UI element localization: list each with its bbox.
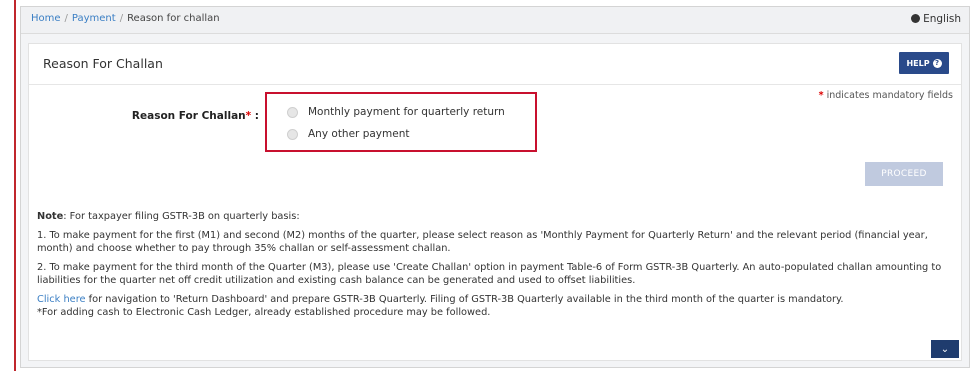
label-colon: : <box>254 110 259 122</box>
breadcrumb-bar: Home / Payment / Reason for challan English <box>21 7 969 34</box>
reason-label-text: Reason For Challan <box>131 110 246 122</box>
note-click-here: Click here for navigation to 'Return Das… <box>37 293 957 306</box>
reason-label: Reason For Challan* : <box>99 110 259 122</box>
globe-icon <box>911 14 921 23</box>
click-here-link[interactable]: Click here <box>37 294 86 305</box>
required-mark: * <box>245 110 252 122</box>
click-here-rest: for navigation to 'Return Dashboard' and… <box>85 294 844 305</box>
option-any-other-payment-label: Any other payment <box>308 128 410 140</box>
language-selector[interactable]: English <box>911 13 961 25</box>
radio-monthly-payment[interactable] <box>287 106 298 118</box>
note-point-2: 2. To make payment for the third month o… <box>37 262 942 286</box>
page-title: Reason For Challan <box>43 56 163 71</box>
help-button[interactable]: HELP ? <box>899 52 949 74</box>
note-heading: Note: For taxpayer filing GSTR-3B on qua… <box>37 210 957 223</box>
breadcrumb-separator: / <box>64 13 68 24</box>
title-divider <box>29 84 961 85</box>
breadcrumb-separator: / <box>119 13 124 24</box>
option-monthly-payment[interactable]: Monthly payment for quarterly return <box>287 106 505 118</box>
option-any-other-payment[interactable]: Any other payment <box>287 128 409 140</box>
mandatory-star: * <box>818 90 824 101</box>
help-label: HELP <box>906 58 930 68</box>
breadcrumb-home-link[interactable]: Home <box>31 13 61 24</box>
language-label: English <box>923 13 961 25</box>
mandatory-fields-note: * indicates mandatory fields <box>819 90 953 101</box>
page-frame: Home / Payment / Reason for challan English … <box>20 6 970 368</box>
left-red-line <box>14 0 16 371</box>
breadcrumb-payment-link[interactable]: Payment <box>72 13 116 24</box>
radio-any-other-payment[interactable] <box>287 128 298 140</box>
content-card: Reason For Challan HELP ? * indicates man… <box>28 43 962 361</box>
option-monthly-payment-label: Monthly payment for quarterly return <box>308 106 505 118</box>
reason-options-highlight: Monthly payment for quarterly return Any… <box>265 92 537 152</box>
chevron-down-icon[interactable]: ⌄ <box>931 340 959 358</box>
question-circle-icon: ? <box>932 58 942 68</box>
mandatory-text: indicates mandatory fields <box>826 90 953 101</box>
proceed-button[interactable]: PROCEED <box>865 162 943 186</box>
cash-ledger-note: *For adding cash to Electronic Cash Ledg… <box>37 307 491 318</box>
breadcrumb-current: Reason for challan <box>127 13 220 24</box>
note-bold: Note <box>37 211 64 222</box>
breadcrumb: Home / Payment / Reason for challan <box>31 13 220 24</box>
notes-section: Note: For taxpayer filing GSTR-3B on qua… <box>37 210 957 325</box>
note-point-1: 1. To make payment for the first (M1) an… <box>37 230 928 254</box>
note-intro: : For taxpayer filing GSTR-3B on quarter… <box>63 211 300 222</box>
